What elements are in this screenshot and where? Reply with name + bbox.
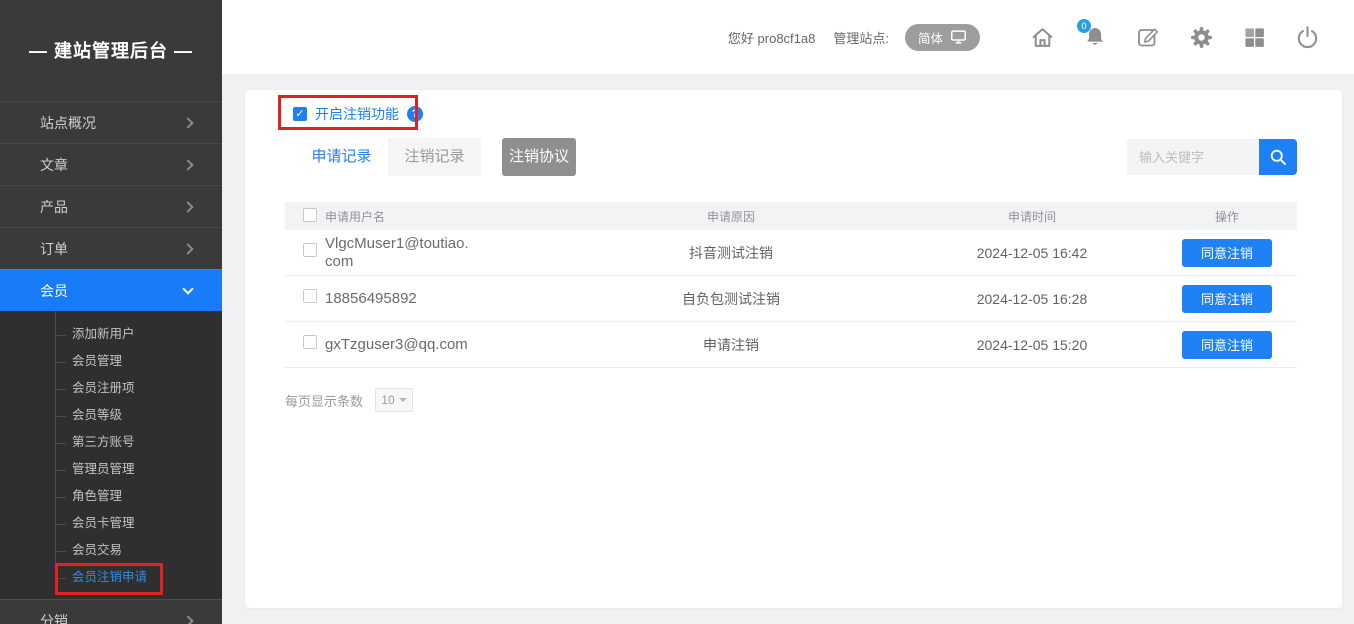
tab-logout-records[interactable]: 注销记录 [388, 138, 481, 176]
row-time: 2024-12-05 15:20 [907, 337, 1157, 353]
sidebar-item-articles[interactable]: 文章 [0, 143, 222, 185]
select-all-checkbox[interactable] [303, 208, 317, 222]
notification-badge: 0 [1077, 19, 1091, 33]
submenu-item-add-user[interactable]: 添加新用户 [0, 321, 222, 348]
sidebar-item-label: 分销 [40, 611, 68, 624]
app-title: — 建站管理后台 — [0, 0, 222, 101]
page-size-select[interactable]: 10 [375, 388, 413, 412]
row-reason: 抖音测试注销 [555, 243, 907, 263]
row-username: 18856495892 [325, 290, 417, 307]
topbar: 您好 pro8cf1a8 管理站点: 简体 0 [222, 0, 1354, 74]
row-username: VlgcMuser1@toutiao.com [325, 235, 475, 270]
sidebar-item-members[interactable]: 会员 [0, 269, 222, 311]
notifications-bell-icon[interactable]: 0 [1082, 24, 1108, 50]
sidebar-item-products[interactable]: 产品 [0, 185, 222, 227]
language-preview-button[interactable]: 简体 [905, 24, 980, 51]
enable-logout-row: ✓ 开启注销功能 ? [293, 103, 423, 125]
page-size-value: 10 [381, 393, 394, 407]
submenu-item-member-logout-request[interactable]: 会员注销申请 [0, 564, 222, 591]
row-checkbox[interactable] [303, 289, 317, 303]
row-time: 2024-12-05 16:42 [907, 245, 1157, 261]
tab-apply-records[interactable]: 申请记录 [295, 138, 388, 176]
sidebar-item-label: 会员 [40, 281, 68, 301]
user-greeting: 您好 pro8cf1a8 [728, 28, 815, 47]
page-size-label: 每页显示条数 [285, 391, 363, 410]
agree-logout-button[interactable]: 同意注销 [1182, 239, 1272, 267]
sidebar-item-label: 文章 [40, 155, 68, 175]
submenu-item-admin-manage[interactable]: 管理员管理 [0, 456, 222, 483]
row-time: 2024-12-05 16:28 [907, 291, 1157, 307]
agree-logout-button[interactable]: 同意注销 [1182, 285, 1272, 313]
enable-logout-checkbox[interactable]: ✓ [293, 107, 307, 121]
home-icon[interactable] [1029, 24, 1055, 50]
search-input[interactable] [1127, 139, 1259, 175]
sidebar-menu: 站点概况 文章 产品 订单 会员 添加新用户 会员管理 会员注册项 会员等级 第… [0, 101, 222, 624]
chevron-right-icon [182, 201, 193, 212]
col-header-action: 操作 [1157, 208, 1297, 225]
manage-site-label: 管理站点: [833, 28, 889, 47]
language-label: 简体 [918, 28, 943, 47]
sidebar-item-label: 产品 [40, 197, 68, 217]
chevron-right-icon [182, 615, 193, 624]
members-submenu: 添加新用户 会员管理 会员注册项 会员等级 第三方账号 管理员管理 角色管理 会… [0, 311, 222, 599]
toolbar: 申请记录 注销记录 注销协议 [295, 138, 1297, 176]
edit-icon[interactable] [1135, 24, 1161, 50]
submenu-item-role-manage[interactable]: 角色管理 [0, 483, 222, 510]
submenu-item-register-fields[interactable]: 会员注册项 [0, 375, 222, 402]
row-reason: 自负包测试注销 [555, 289, 907, 309]
col-header-time: 申请时间 [907, 208, 1157, 225]
col-header-username: 申请用户名 [325, 208, 555, 225]
table-row: 18856495892 自负包测试注销 2024-12-05 16:28 同意注… [285, 276, 1297, 322]
table-header-row: 申请用户名 申请原因 申请时间 操作 [285, 202, 1297, 230]
apps-grid-icon[interactable] [1241, 24, 1267, 50]
submenu-item-third-party-account[interactable]: 第三方账号 [0, 429, 222, 456]
chevron-down-icon [182, 283, 193, 294]
chevron-right-icon [182, 159, 193, 170]
table-row: VlgcMuser1@toutiao.com 抖音测试注销 2024-12-05… [285, 230, 1297, 276]
sidebar-item-distribution[interactable]: 分销 [0, 599, 222, 624]
row-reason: 申请注销 [555, 335, 907, 355]
agree-logout-button[interactable]: 同意注销 [1182, 331, 1272, 359]
settings-gear-icon[interactable] [1188, 24, 1214, 50]
row-checkbox[interactable] [303, 335, 317, 349]
caret-down-icon [399, 398, 407, 406]
sidebar-item-orders[interactable]: 订单 [0, 227, 222, 269]
submenu-item-member-trade[interactable]: 会员交易 [0, 537, 222, 564]
submenu-item-member-card[interactable]: 会员卡管理 [0, 510, 222, 537]
sidebar-item-label: 订单 [40, 239, 68, 259]
row-checkbox[interactable] [303, 243, 317, 257]
chevron-right-icon [182, 243, 193, 254]
power-logout-icon[interactable] [1294, 24, 1320, 50]
search-icon [1268, 147, 1289, 168]
sidebar: — 建站管理后台 — 站点概况 文章 产品 订单 会员 添加新用户 会员管理 会… [0, 0, 222, 624]
table-row: gxTzguser3@qq.com 申请注销 2024-12-05 15:20 … [285, 322, 1297, 368]
search-box [1127, 139, 1297, 175]
search-button[interactable] [1259, 139, 1297, 175]
col-header-reason: 申请原因 [555, 208, 907, 225]
monitor-icon [950, 29, 967, 45]
chevron-right-icon [182, 117, 193, 128]
enable-logout-label: 开启注销功能 [315, 104, 399, 124]
row-username: gxTzguser3@qq.com [325, 336, 468, 353]
help-question-icon[interactable]: ? [407, 106, 423, 122]
sidebar-item-label: 站点概况 [40, 113, 96, 133]
pagination: 每页显示条数 10 [285, 388, 413, 412]
submenu-item-member-manage[interactable]: 会员管理 [0, 348, 222, 375]
logout-agreement-button[interactable]: 注销协议 [502, 138, 576, 176]
logout-requests-table: 申请用户名 申请原因 申请时间 操作 VlgcMuser1@toutiao.co… [285, 202, 1297, 368]
content-card: ✓ 开启注销功能 ? 申请记录 注销记录 注销协议 申请用户名 申请原因 申 [245, 90, 1342, 608]
sidebar-item-site-overview[interactable]: 站点概况 [0, 101, 222, 143]
submenu-item-member-level[interactable]: 会员等级 [0, 402, 222, 429]
